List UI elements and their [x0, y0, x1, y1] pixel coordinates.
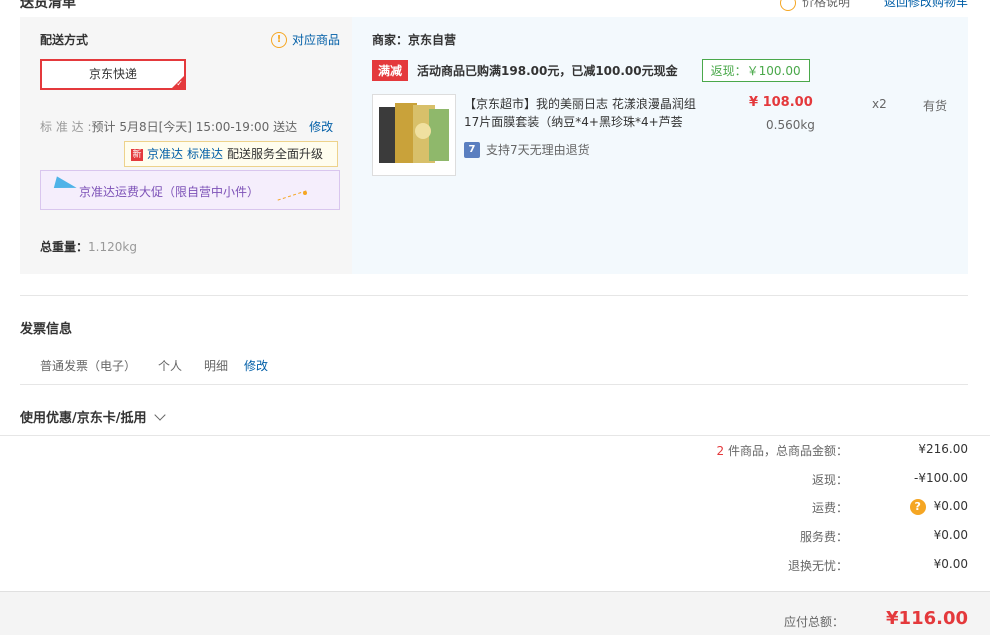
product-name-link[interactable]: 【京东超市】我的美丽日志 花漾浪漫晶润组17片面膜套装（纳豆*4+黑珍珠*4+芦…: [464, 95, 704, 131]
coupon-toggle[interactable]: 使用优惠/京东卡/抵用: [20, 407, 166, 426]
question-icon: [780, 0, 796, 11]
back-to-cart-link[interactable]: 返回修改购物车: [884, 0, 968, 10]
summary-goods-total: 2 件商品，总商品金额： ¥216.00: [716, 442, 968, 458]
freight-help-icon[interactable]: ?: [909, 499, 926, 515]
divider: [20, 295, 968, 296]
price-note-link[interactable]: 价格说明: [780, 0, 850, 11]
product-image[interactable]: [372, 94, 456, 176]
payable-total-bar: 应付总额： ¥116.00: [0, 591, 990, 635]
product-price: ¥ 108.00: [749, 95, 813, 110]
check-icon: ✓: [176, 79, 183, 88]
paper-plane-icon: [53, 176, 79, 194]
chevron-down-icon: [153, 408, 166, 421]
stock-status: 有货: [923, 99, 948, 113]
delivery-eta: 预计 5月8日[今天] 15:00-19:00 送达: [91, 120, 298, 134]
bzd-link[interactable]: 标准达: [187, 147, 223, 161]
manjian-badge: 满减: [372, 60, 409, 81]
seven-day-return-icon: 7: [464, 141, 480, 158]
goods-panel: 商家：京东自营 满减 活动商品已购满198.00元，已减100.00元现金 返现…: [352, 17, 968, 274]
promotion-row: 满减 活动商品已购满198.00元，已减100.00元现金 返现：￥100.00: [372, 59, 810, 82]
edit-invoice-link[interactable]: 修改: [244, 357, 268, 374]
section-title-cut: 送货清单: [20, 0, 76, 11]
return-policy: 7 支持7天无理由退货: [464, 141, 590, 158]
summary-freight: 运费： ? ¥0.00: [811, 499, 968, 515]
payable-amount: ¥116.00: [886, 608, 968, 629]
freight-promo-banner[interactable]: 京准达运费大促（限自营中小件）: [40, 170, 340, 210]
jd-express-option[interactable]: 京东快递 ✓: [40, 59, 186, 90]
info-warning-icon: !: [270, 31, 287, 48]
invoice-person: 个人: [158, 359, 183, 373]
new-badge-icon: 新: [131, 148, 143, 161]
invoice-detail: 明细: [204, 359, 229, 373]
edit-delivery-link[interactable]: 修改: [309, 120, 333, 134]
order-summary: 2 件商品，总商品金额： ¥216.00 返现： -¥100.00 运费： ? ¥…: [0, 435, 990, 592]
shipping-section: 配送方式 ! 对应商品 京东快递 ✓ 标 准 达 :预计 5月8日[今天] 15…: [20, 17, 968, 274]
product-weight: 0.560kg: [766, 118, 815, 132]
invoice-info-row: 普通发票（电子） 个人 明细 修改: [40, 357, 268, 374]
payable-label: 应付总额：: [783, 615, 844, 629]
corresponding-goods-link[interactable]: ! 对应商品: [270, 31, 340, 48]
standard-delivery-row: 标 准 达 :预计 5月8日[今天] 15:00-19:00 送达 修改: [40, 120, 334, 134]
summary-return-worry-free: 退换无忧： ¥0.00: [787, 557, 968, 573]
delivery-upgrade-tip: 新京准达 标准达 配送服务全面升级: [124, 141, 338, 167]
summary-cashback: 返现： -¥100.00: [811, 471, 968, 487]
jzd-link[interactable]: 京准达: [147, 147, 183, 161]
product-quantity: x2: [872, 97, 887, 111]
invoice-title: 发票信息: [20, 322, 73, 337]
merchant-label: 商家：京东自营: [372, 33, 457, 47]
cashback-badge: 返现：￥100.00: [701, 59, 810, 82]
total-weight: 总重量：1.120kg: [40, 240, 137, 254]
shipping-left-panel: 配送方式 ! 对应商品 京东快递 ✓ 标 准 达 :预计 5月8日[今天] 15…: [20, 17, 352, 274]
invoice-type: 普通发票（电子）: [40, 359, 137, 373]
summary-service-fee: 服务费： ¥0.00: [799, 528, 968, 544]
divider: [20, 384, 968, 385]
shipping-method-title: 配送方式: [40, 33, 89, 47]
